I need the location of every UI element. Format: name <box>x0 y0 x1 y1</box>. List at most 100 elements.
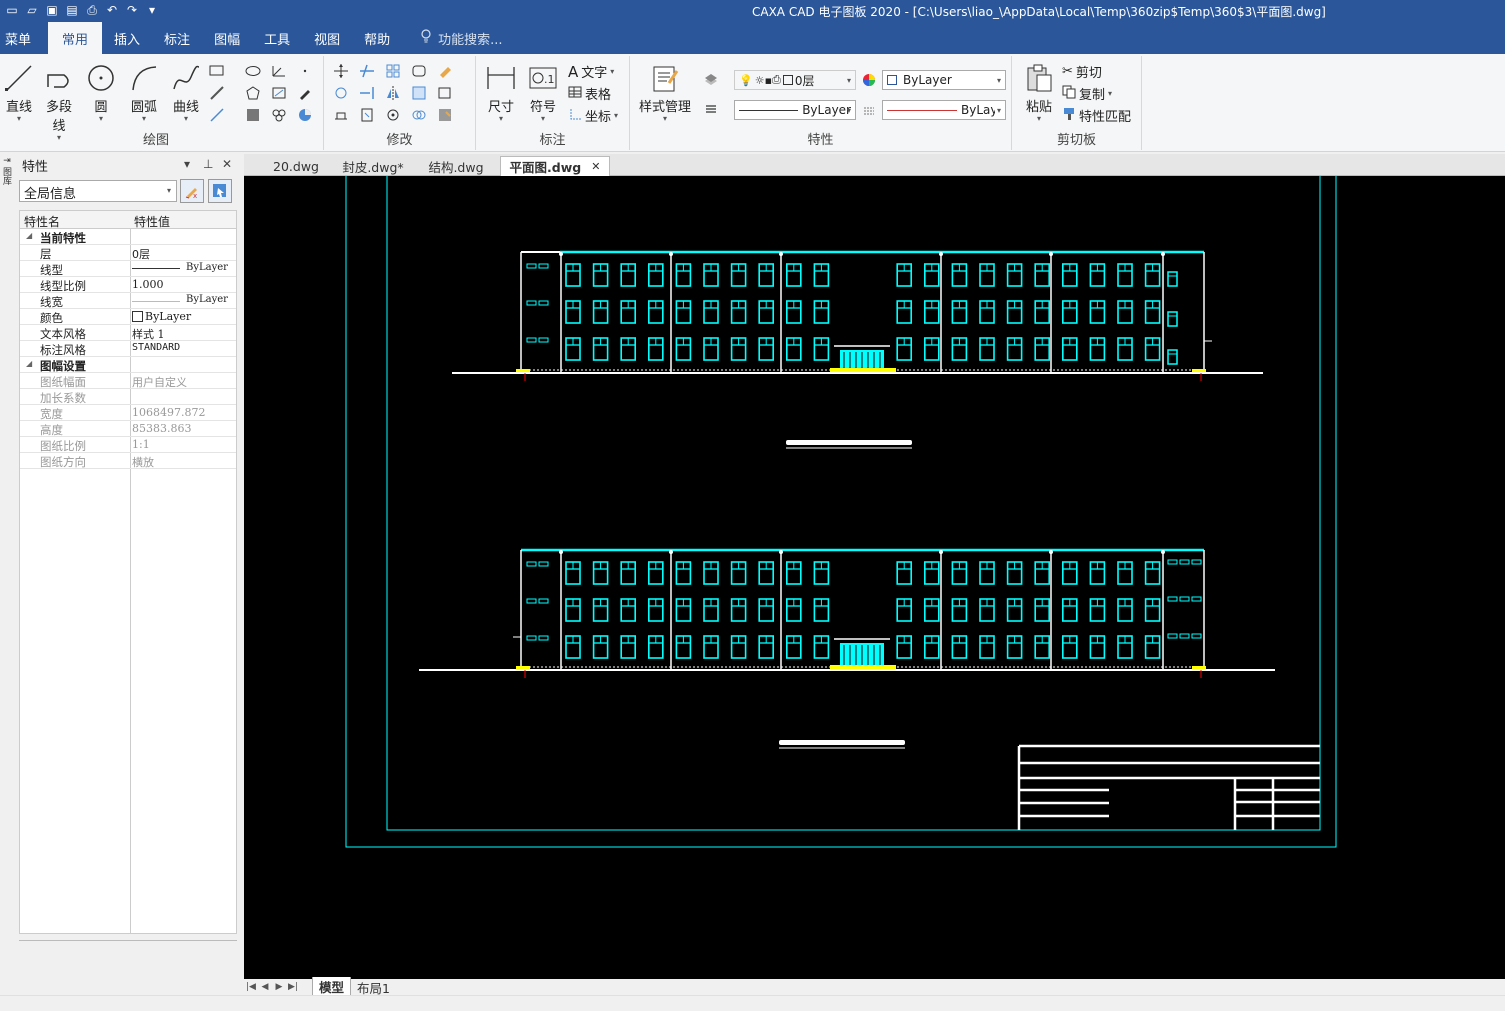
color-swatch-icon <box>132 311 143 322</box>
rectangle-icon[interactable] <box>208 62 226 80</box>
stretch-icon[interactable] <box>358 106 376 124</box>
pen-icon[interactable] <box>296 84 314 102</box>
edit-block-icon[interactable] <box>436 106 454 124</box>
doc-tab[interactable]: 结构.dwg <box>414 156 498 176</box>
trim-icon[interactable] <box>358 62 376 80</box>
table-button[interactable]: 表格 <box>568 84 611 103</box>
save-as-icon[interactable]: ▤ <box>64 2 80 18</box>
coord-button[interactable]: 坐标 ▾ <box>568 106 618 125</box>
prop-row-layer[interactable]: 层 0层 <box>20 245 236 261</box>
lock-icon: ▪ <box>764 73 773 87</box>
angle-line-icon[interactable] <box>270 62 288 80</box>
copy-icon <box>1062 85 1076 103</box>
ellipse-icon[interactable] <box>244 62 262 80</box>
symbol-button[interactable]: .1 符号 ▾ <box>524 60 562 123</box>
break-icon[interactable] <box>332 106 350 124</box>
explode-icon[interactable] <box>436 84 454 102</box>
mirror-icon[interactable] <box>384 84 402 102</box>
paste-button[interactable]: 粘贴 ▾ <box>1020 60 1058 123</box>
next-tab-icon[interactable]: ▶ <box>272 982 286 992</box>
fill-icon[interactable] <box>296 106 314 124</box>
arc-button[interactable]: 圆弧 ▾ <box>125 60 163 123</box>
first-tab-icon[interactable]: |◀ <box>244 982 258 992</box>
doc-tab-active[interactable]: 平面图.dwg ✕ <box>500 156 610 176</box>
eraser-icon[interactable] <box>436 62 454 80</box>
tab-insert[interactable]: 插入 <box>102 22 152 54</box>
category-sheet[interactable]: ◢ 图幅设置 <box>20 357 236 373</box>
layout-tab-layout1[interactable]: 布局1 <box>351 978 396 997</box>
quick-select-button[interactable]: x <box>180 179 204 203</box>
block-icon[interactable] <box>244 106 262 124</box>
prop-row-linewidth[interactable]: 线宽 ByLayer <box>20 293 236 309</box>
panel-dropdown-icon[interactable]: ▾ <box>184 157 190 171</box>
tab-annotate[interactable]: 标注 <box>152 22 202 54</box>
dimension-button[interactable]: 尺寸 ▾ <box>482 60 520 123</box>
array-icon[interactable] <box>384 62 402 80</box>
library-strip[interactable]: ⇥ 图库 <box>0 156 14 206</box>
prev-tab-icon[interactable]: ◀ <box>258 982 272 992</box>
pin-icon: ⇥ <box>3 156 11 166</box>
move-icon[interactable] <box>332 62 350 80</box>
linewidth-icon[interactable] <box>702 100 720 118</box>
curve-button[interactable]: 曲线 ▾ <box>167 60 205 123</box>
copy-obj-icon[interactable] <box>332 84 350 102</box>
last-tab-icon[interactable]: ▶| <box>286 982 300 992</box>
open-file-icon[interactable]: ▱ <box>24 2 40 18</box>
copy-button[interactable]: 复制 ▾ <box>1062 84 1112 103</box>
prop-row-orientation: 图纸方向 横放 <box>20 453 236 469</box>
layer-manager-icon[interactable] <box>702 70 720 88</box>
layout-tabs-bar: |◀ ◀ ▶ ▶| 模型 布局1 <box>244 977 1505 997</box>
prop-row-text-style[interactable]: 文本风格 样式 1 <box>20 325 236 341</box>
drawing-canvas[interactable] <box>244 176 1505 979</box>
line-button[interactable]: 直线 ▾ <box>0 60 38 123</box>
extend-icon[interactable] <box>358 84 376 102</box>
text-button[interactable]: A 文字 ▾ <box>568 62 614 82</box>
function-search[interactable]: 功能搜索... <box>420 22 503 54</box>
panel-pin-icon[interactable]: ⊥ <box>203 157 213 171</box>
layout-tab-model[interactable]: 模型 <box>312 977 352 997</box>
undo-icon[interactable]: ↶ <box>104 2 120 18</box>
save-icon[interactable]: ▣ <box>44 2 60 18</box>
polygon-icon[interactable] <box>244 84 262 102</box>
linewidth-combo[interactable]: ByLayer ▾ <box>882 100 1006 120</box>
layer-combo[interactable]: 💡 ☼ ▪ ⎙ 0层 ▾ <box>734 70 856 90</box>
tab-view[interactable]: 视图 <box>302 22 352 54</box>
cloud-icon[interactable] <box>270 106 288 124</box>
new-file-icon[interactable]: ▭ <box>4 2 20 18</box>
close-tab-icon[interactable]: ✕ <box>591 160 600 173</box>
point-icon[interactable] <box>296 62 314 80</box>
rotate-icon[interactable] <box>384 106 402 124</box>
scale-icon[interactable] <box>410 84 428 102</box>
hatch-icon[interactable] <box>270 84 288 102</box>
redo-icon[interactable]: ↷ <box>124 2 140 18</box>
scope-select[interactable]: 全局信息 ▾ <box>19 180 177 202</box>
prop-row-dim-style[interactable]: 标注风格 STANDARD <box>20 341 236 357</box>
customize-qat-icon[interactable]: ▾ <box>144 2 160 18</box>
panel-close-icon[interactable]: ✕ <box>222 157 232 171</box>
print-icon[interactable]: ⎙ <box>84 2 100 18</box>
linetype-combo[interactable]: ByLayer ▾ <box>734 100 856 120</box>
construct-line-icon[interactable] <box>208 106 226 124</box>
category-current[interactable]: ◢ 当前特性 <box>20 229 236 245</box>
tab-home[interactable]: 常用 <box>48 22 103 54</box>
fillet-icon[interactable] <box>410 62 428 80</box>
tab-help[interactable]: 帮助 <box>352 22 402 54</box>
tab-menu[interactable]: 菜单 <box>0 22 36 54</box>
doc-tab[interactable]: 20.dwg <box>258 156 334 176</box>
match-props-button[interactable]: 特性匹配 <box>1062 106 1131 125</box>
tab-sheet[interactable]: 图幅 <box>202 22 252 54</box>
prop-row-color[interactable]: 颜色 ByLayer <box>20 309 236 325</box>
doc-tab[interactable]: 封皮.dwg* <box>334 156 412 176</box>
cut-button[interactable]: ✂ 剪切 <box>1062 62 1102 81</box>
select-objects-button[interactable] <box>208 179 232 203</box>
circle-button[interactable]: 圆 ▾ <box>82 60 120 123</box>
offset-icon[interactable] <box>410 106 428 124</box>
style-manager-button[interactable]: 样式管理 ▾ <box>636 60 694 123</box>
tab-tools[interactable]: 工具 <box>252 22 302 54</box>
centerline-icon[interactable] <box>208 84 226 102</box>
color-wheel-icon[interactable] <box>860 71 878 89</box>
prop-row-linetype[interactable]: 线型 ByLayer <box>20 261 236 277</box>
linetype-scale-icon[interactable] <box>860 101 878 119</box>
color-combo[interactable]: ByLayer ▾ <box>882 70 1006 90</box>
prop-row-linetype-scale[interactable]: 线型比例 1.000 <box>20 277 236 293</box>
